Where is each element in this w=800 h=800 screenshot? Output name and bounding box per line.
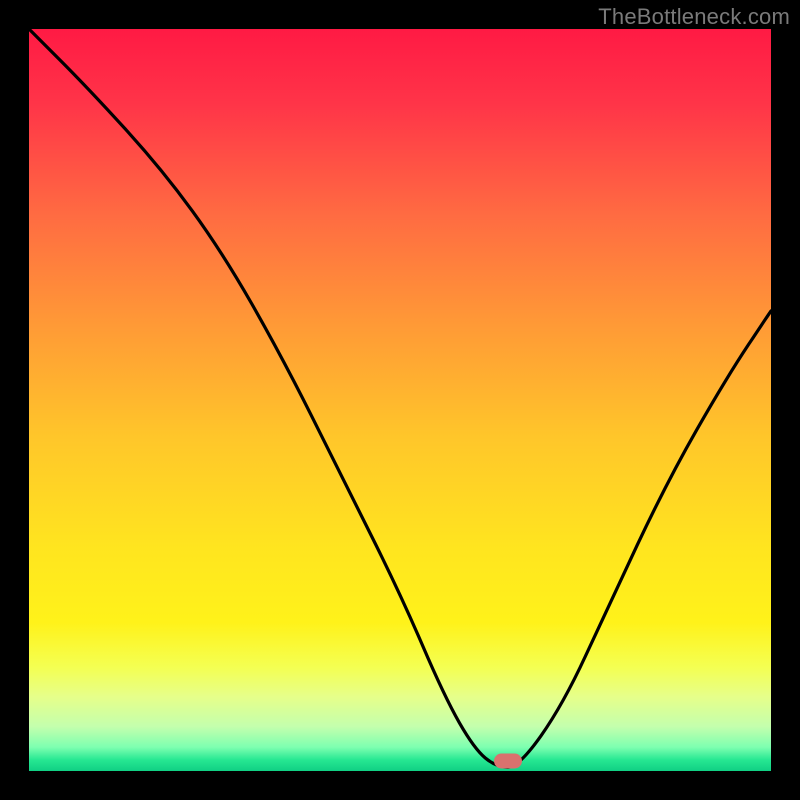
bottleneck-curve xyxy=(29,29,771,771)
minimum-marker xyxy=(494,754,522,769)
chart-frame: TheBottleneck.com xyxy=(0,0,800,800)
watermark-text: TheBottleneck.com xyxy=(598,4,790,30)
plot-area xyxy=(29,29,771,771)
